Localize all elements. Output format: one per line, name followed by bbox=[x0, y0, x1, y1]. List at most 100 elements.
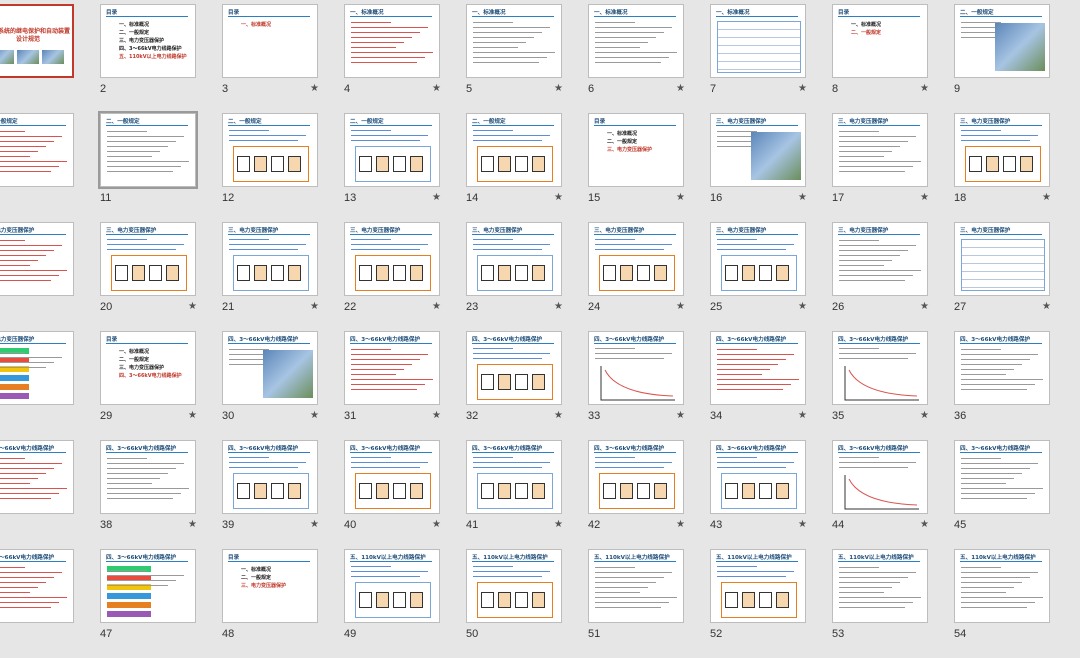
slide-preview[interactable]: 四、3～66kV电力线路保护 bbox=[344, 331, 440, 405]
slide-thumbnail-item[interactable]: 四、3～66kV电力线路保护 42 ★ bbox=[588, 440, 710, 549]
slide-thumbnail-item[interactable]: 目录 一、标准概况 3 ★ bbox=[222, 4, 344, 113]
slide-thumbnail-item[interactable]: 三、电力变压器保护 23 ★ bbox=[466, 222, 588, 331]
animation-star-icon[interactable]: ★ bbox=[188, 519, 197, 530]
slide-thumbnail-item[interactable]: 四、3～66kV电力线路保护 36 bbox=[954, 331, 1076, 440]
slide-preview[interactable]: 三、电力变压器保护 bbox=[466, 222, 562, 296]
slide-preview[interactable]: 三、电力变压器保护 bbox=[710, 113, 806, 187]
slide-thumbnail-item[interactable]: 三、电力变压器保护28 bbox=[0, 331, 100, 440]
slide-preview[interactable]: 三、电力变压器保护 bbox=[954, 113, 1050, 187]
slide-thumbnail-item[interactable]: 三、电力变压器保护 21 ★ bbox=[222, 222, 344, 331]
slide-preview[interactable]: 三、电力变压器保护 bbox=[710, 222, 806, 296]
slide-preview[interactable]: 三、电力变压器保护 bbox=[588, 222, 684, 296]
slide-thumbnail-item[interactable]: 一、标准概况 7 ★ bbox=[710, 4, 832, 113]
animation-star-icon[interactable]: ★ bbox=[676, 519, 685, 530]
animation-star-icon[interactable]: ★ bbox=[798, 192, 807, 203]
slide-thumbnail-item[interactable]: 目录 一、标准概况 二、一般规定 三、电力变压器保护 15 ★ bbox=[588, 113, 710, 222]
slide-preview[interactable]: 目录 一、标准概况 bbox=[222, 4, 318, 78]
slide-preview[interactable]: 五、110kV以上电力线路保护 bbox=[588, 549, 684, 623]
slide-thumbnail-item[interactable]: 三、电力变压器保护 26 ★ bbox=[832, 222, 954, 331]
slide-preview[interactable]: 二、一般规定 bbox=[98, 111, 198, 189]
slide-thumbnail-item[interactable]: 一、标准概况 4 ★ bbox=[344, 4, 466, 113]
animation-star-icon[interactable]: ★ bbox=[676, 301, 685, 312]
slide-preview[interactable]: 目录 一、标准概况 二、一般规定 三、电力变压器保护 bbox=[588, 113, 684, 187]
slide-thumbnail-item[interactable]: 三、电力变压器保护 27 ★ bbox=[954, 222, 1076, 331]
animation-star-icon[interactable]: ★ bbox=[920, 410, 929, 421]
slide-preview[interactable]: 五、110kV以上电力线路保护 bbox=[954, 549, 1050, 623]
slide-thumbnail-item[interactable]: 三、电力变压器保护 18 ★ bbox=[954, 113, 1076, 222]
slide-thumbnail-item[interactable]: 三、电力变压器保护 17 ★ bbox=[832, 113, 954, 222]
slide-preview[interactable]: 五、110kV以上电力线路保护 bbox=[832, 549, 928, 623]
slide-thumbnail-item[interactable]: 二、一般规定 13 ★ bbox=[344, 113, 466, 222]
slide-thumbnail-item[interactable]: 四、3～66kV电力线路保护 31 ★ bbox=[344, 331, 466, 440]
animation-star-icon[interactable]: ★ bbox=[920, 301, 929, 312]
slide-thumbnail-item[interactable]: 一、标准概况 5 ★ bbox=[466, 4, 588, 113]
slide-thumbnail-item[interactable]: 四、3～66kV电力线路保护 41 ★ bbox=[466, 440, 588, 549]
animation-star-icon[interactable]: ★ bbox=[310, 519, 319, 530]
slide-preview[interactable]: 目录 一、标准概况 二、一般规定 bbox=[832, 4, 928, 78]
animation-star-icon[interactable]: ★ bbox=[432, 192, 441, 203]
slide-thumbnail-item[interactable]: 四、3～66kV电力线路保护 47 bbox=[100, 549, 222, 658]
slide-thumbnail-item[interactable]: 四、3～66kV电力线路保护 43 ★ bbox=[710, 440, 832, 549]
slide-thumbnail-item[interactable]: 五、110kV以上电力线路保护 53 bbox=[832, 549, 954, 658]
animation-star-icon[interactable]: ★ bbox=[432, 83, 441, 94]
slide-thumbnail-item[interactable]: 二、一般规定 12 bbox=[222, 113, 344, 222]
slide-preview[interactable]: 二、一般规定 bbox=[466, 113, 562, 187]
slide-preview[interactable]: 四、3～66kV电力线路保护 bbox=[222, 331, 318, 405]
slide-preview[interactable]: 四、3～66kV电力线路保护 bbox=[710, 440, 806, 514]
slide-thumbnail-item[interactable]: 四、3～66kV电力线路保护 45 bbox=[954, 440, 1076, 549]
slide-thumbnail-item[interactable]: 三、电力变压器保护 22 ★ bbox=[344, 222, 466, 331]
slide-thumbnail-item[interactable]: 五、110kV以上电力线路保护 51 bbox=[588, 549, 710, 658]
animation-star-icon[interactable]: ★ bbox=[798, 83, 807, 94]
slide-preview[interactable]: 四、3～66kV电力线路保护 bbox=[588, 440, 684, 514]
slide-thumbnail-item[interactable]: 三、电力变压器保护 16 ★ bbox=[710, 113, 832, 222]
animation-star-icon[interactable]: ★ bbox=[554, 83, 563, 94]
animation-star-icon[interactable]: ★ bbox=[676, 83, 685, 94]
slide-thumbnail-item[interactable]: 四、3～66kV电力线路保护 33 ★ bbox=[588, 331, 710, 440]
slide-thumbnail-item[interactable]: 四、3～66kV电力线路保护 32 ★ bbox=[466, 331, 588, 440]
slide-preview[interactable]: 三、电力变压器保护 bbox=[0, 331, 74, 405]
animation-star-icon[interactable]: ★ bbox=[920, 192, 929, 203]
slide-preview[interactable]: 二、一般规定 bbox=[0, 113, 74, 187]
slide-thumbnail-item[interactable]: 四、3～66kV电力线路保护 35 ★ bbox=[832, 331, 954, 440]
slide-thumbnail-item[interactable]: 四、3～66kV电力线路保护 34 ★ bbox=[710, 331, 832, 440]
slide-preview[interactable]: 目录 一、标准概况 二、一般规定 三、电力变压器保护 四、3～66kV电力线路保护 五、1… bbox=[100, 4, 196, 78]
slide-thumbnail-item[interactable]: 四、3～66kV电力线路保护37 bbox=[0, 440, 100, 549]
slide-preview[interactable]: 三、电力变压器保护 bbox=[344, 222, 440, 296]
slide-preview[interactable]: 四、3～66kV电力线路保护 bbox=[100, 440, 196, 514]
animation-star-icon[interactable]: ★ bbox=[554, 301, 563, 312]
slide-preview[interactable]: 四、3～66kV电力线路保护 bbox=[0, 440, 74, 514]
slide-thumbnail-item[interactable]: 二、一般规定10 bbox=[0, 113, 100, 222]
slide-thumbnail-item[interactable]: 电力系统的继电保护和自动装置设计规范1 bbox=[0, 4, 100, 113]
animation-star-icon[interactable]: ★ bbox=[920, 83, 929, 94]
slide-preview[interactable]: 四、3～66kV电力线路保护 bbox=[0, 549, 74, 623]
slide-preview[interactable]: 五、110kV以上电力线路保护 bbox=[344, 549, 440, 623]
slide-preview[interactable]: 三、电力变压器保护 bbox=[954, 222, 1050, 296]
slide-thumbnail-item[interactable]: 四、3～66kV电力线路保护46 bbox=[0, 549, 100, 658]
slide-preview[interactable]: 四、3～66kV电力线路保护 bbox=[710, 331, 806, 405]
slide-thumbnail-item[interactable]: 五、110kV以上电力线路保护 49 bbox=[344, 549, 466, 658]
slide-thumbnail-item[interactable]: 五、110kV以上电力线路保护 52 bbox=[710, 549, 832, 658]
animation-star-icon[interactable]: ★ bbox=[310, 301, 319, 312]
animation-star-icon[interactable]: ★ bbox=[310, 83, 319, 94]
animation-star-icon[interactable]: ★ bbox=[188, 410, 197, 421]
slide-preview[interactable]: 四、3～66kV电力线路保护 bbox=[344, 440, 440, 514]
slide-preview[interactable]: 四、3～66kV电力线路保护 bbox=[100, 549, 196, 623]
slide-preview[interactable]: 五、110kV以上电力线路保护 bbox=[466, 549, 562, 623]
animation-star-icon[interactable]: ★ bbox=[432, 519, 441, 530]
slide-preview[interactable]: 二、一般规定 bbox=[344, 113, 440, 187]
slide-preview[interactable]: 一、标准概况 bbox=[710, 4, 806, 78]
animation-star-icon[interactable]: ★ bbox=[1042, 301, 1051, 312]
slide-preview[interactable]: 三、电力变压器保护 bbox=[0, 222, 74, 296]
slide-thumbnail-item[interactable]: 四、3～66kV电力线路保护 38 ★ bbox=[100, 440, 222, 549]
slide-thumbnail-item[interactable]: 一、标准概况 6 ★ bbox=[588, 4, 710, 113]
slide-preview[interactable]: 四、3～66kV电力线路保护 bbox=[222, 440, 318, 514]
animation-star-icon[interactable]: ★ bbox=[554, 519, 563, 530]
slide-thumbnail-item[interactable]: 五、110kV以上电力线路保护 54 bbox=[954, 549, 1076, 658]
animation-star-icon[interactable]: ★ bbox=[798, 301, 807, 312]
slide-preview[interactable]: 四、3～66kV电力线路保护 bbox=[466, 331, 562, 405]
slide-thumbnail-item[interactable]: 目录 一、标准概况 二、一般规定 三、电力变压器保护 四、3～66kV电力线路保护 29 ★ bbox=[100, 331, 222, 440]
animation-star-icon[interactable]: ★ bbox=[432, 410, 441, 421]
slide-thumbnail-item[interactable]: 目录 一、标准概况 二、一般规定 三、电力变压器保护 48 bbox=[222, 549, 344, 658]
slide-preview[interactable]: 四、3～66kV电力线路保护 bbox=[954, 331, 1050, 405]
slide-thumbnail-item[interactable]: 二、一般规定 11 bbox=[98, 111, 222, 222]
